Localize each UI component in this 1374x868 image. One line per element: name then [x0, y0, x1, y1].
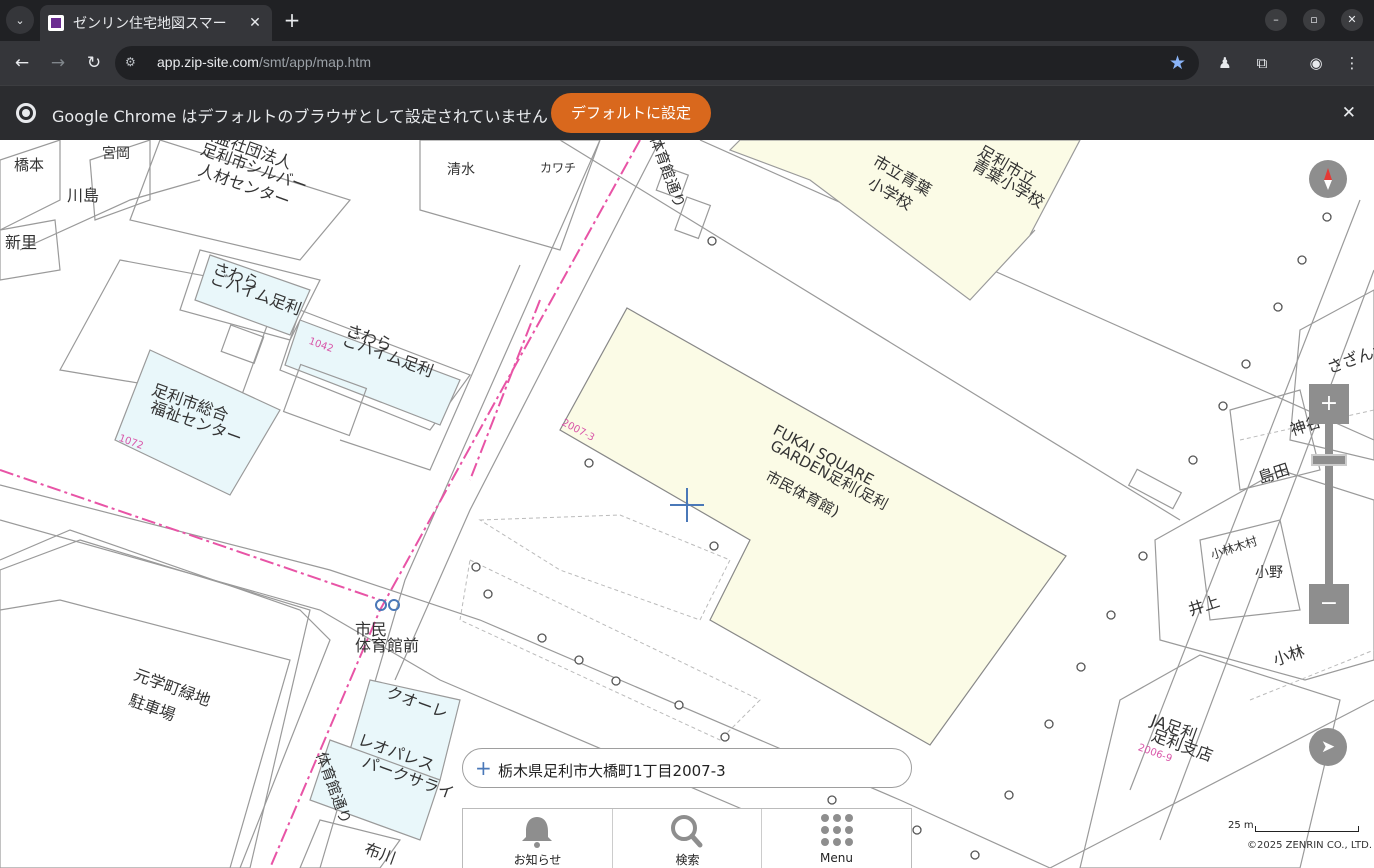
map-label: カワチ	[540, 161, 577, 175]
copyright-text: ©2025 ZENRIN CO., LTD.	[1247, 840, 1372, 851]
tab-search-button[interactable]: ⌄	[6, 6, 34, 34]
bell-icon	[522, 817, 552, 848]
tab-strip: ⌄ ゼンリン住宅地図スマー ✕ + – ▫ ✕	[0, 0, 1374, 41]
bottom-menu-bar: お知らせ 検索 Menu	[462, 808, 912, 868]
menu-button[interactable]: Menu	[762, 809, 911, 868]
maximize-button[interactable]: ▫	[1303, 9, 1325, 31]
search-label: 検索	[675, 853, 700, 867]
add-marker-icon[interactable]: +	[475, 757, 492, 779]
map-label: 宮岡	[102, 146, 130, 162]
profile-icon[interactable]: ◉	[1305, 52, 1327, 74]
default-browser-infobar: Google Chrome はデフォルトのブラウザとして設定されていません デフ…	[0, 85, 1374, 140]
scale-label: 25 m	[1228, 820, 1254, 831]
map-label: 新里	[5, 233, 38, 252]
infobar-close-icon[interactable]: ✕	[1342, 103, 1356, 123]
zoom-out-button[interactable]: −	[1309, 584, 1349, 624]
zoom-slider-track[interactable]	[1325, 424, 1333, 584]
minimize-button[interactable]: –	[1265, 9, 1287, 31]
reload-button[interactable]: ↻	[82, 51, 106, 75]
close-window-button[interactable]: ✕	[1341, 9, 1363, 31]
map-label: 小野	[1255, 565, 1283, 581]
scale-bar	[1255, 826, 1359, 832]
address-box[interactable]: + 栃木県足利市大橋町1丁目2007-3	[462, 748, 912, 788]
bus-stop-label: 体育館前	[355, 636, 420, 655]
map-label: 清水	[447, 162, 475, 178]
search-button[interactable]: 検索	[613, 809, 762, 868]
active-tab[interactable]: ゼンリン住宅地図スマー ✕	[40, 5, 272, 41]
back-button[interactable]: ←	[10, 51, 34, 75]
new-tab-button[interactable]: +	[281, 7, 303, 33]
extension-icon[interactable]: ♟	[1214, 52, 1236, 74]
map-label: 川島	[67, 186, 100, 205]
site-info-icon[interactable]: ⚙	[125, 55, 141, 71]
browser-toolbar: ← → ↻ ⚙ app.zip-site.com/smt/app/map.htm…	[0, 41, 1374, 85]
map-label: 橋本	[14, 156, 45, 174]
center-crosshair-icon	[670, 488, 704, 522]
forward-button[interactable]: →	[46, 51, 70, 75]
news-button[interactable]: お知らせ	[463, 809, 612, 868]
bookmark-star-icon[interactable]: ★	[1169, 52, 1186, 74]
map-scale: 25 m	[1228, 820, 1360, 834]
search-icon	[671, 815, 703, 848]
grid-menu-icon	[821, 814, 853, 846]
menu-label: Menu	[820, 851, 853, 865]
current-location-button[interactable]: ➤	[1309, 728, 1347, 766]
zoom-slider-handle[interactable]	[1311, 454, 1347, 466]
infobar-message: Google Chrome はデフォルトのブラウザとして設定されていません	[52, 107, 548, 126]
tab-title: ゼンリン住宅地図スマー	[73, 16, 227, 32]
zenrin-favicon-icon	[48, 15, 64, 31]
chrome-logo-icon	[16, 103, 36, 123]
address-text: 栃木県足利市大橋町1丁目2007-3	[498, 762, 726, 780]
extensions-puzzle-icon[interactable]: ⧉	[1251, 52, 1273, 74]
url-text: app.zip-site.com/smt/app/map.htm	[157, 54, 371, 70]
map-canvas[interactable]: 公益社団法人 足利市シルバー 人材センター 橋本 宮岡 川島 新里 さわら ごハ…	[0, 140, 1374, 868]
zoom-in-button[interactable]: +	[1309, 384, 1349, 424]
news-label: お知らせ	[513, 853, 562, 867]
tab-close-icon[interactable]: ✕	[246, 14, 264, 32]
address-bar[interactable]: ⚙ app.zip-site.com/smt/app/map.htm ★	[115, 46, 1199, 80]
compass-button[interactable]	[1309, 160, 1347, 198]
more-menu-icon[interactable]: ⋮	[1341, 52, 1363, 74]
compass-south-icon	[1324, 180, 1332, 190]
compass-north-icon	[1324, 168, 1332, 180]
set-default-button[interactable]: デフォルトに設定	[551, 93, 711, 133]
